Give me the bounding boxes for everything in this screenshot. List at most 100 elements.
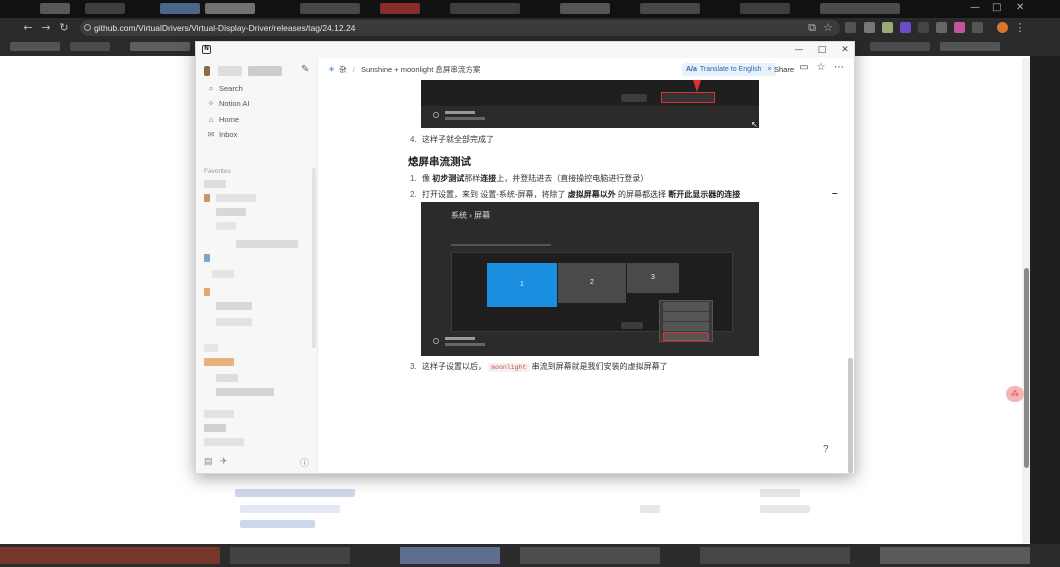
sidebar-page[interactable] xyxy=(204,180,226,188)
bookmark-star-icon[interactable]: ☆ xyxy=(822,22,834,34)
help-circle-icon[interactable]: ⓘ xyxy=(300,456,309,469)
sidebar-page[interactable] xyxy=(216,194,256,202)
address-bar[interactable]: github.com/VirtualDrivers/Virtual-Displa… xyxy=(80,20,840,36)
install-icon[interactable]: ⧉ xyxy=(806,22,818,34)
bold-text: 连接 xyxy=(480,174,497,183)
breadcrumb[interactable]: ☀ 杂 / Sunshine + moonlight 息屏串流方案 xyxy=(328,64,480,75)
close-icon[interactable]: ✕ xyxy=(1016,2,1024,13)
background-text xyxy=(640,505,660,513)
list-number: 2. xyxy=(410,190,417,199)
sidebar-page[interactable] xyxy=(216,374,238,382)
translate-icon: A/a xyxy=(686,66,697,73)
minimize-icon[interactable]: — xyxy=(970,2,980,13)
page-scrollbar-thumb[interactable] xyxy=(1024,268,1029,468)
sidebar-page[interactable] xyxy=(204,344,218,352)
bold-text: 初步测试 xyxy=(432,174,465,183)
section-heading: 熄屏串流测试 xyxy=(408,156,471,168)
sunshine-icon: ☀ xyxy=(328,65,336,74)
page-scrollbar-thumb[interactable] xyxy=(848,358,853,473)
list-number: 1. xyxy=(410,174,417,183)
sidebar-page[interactable] xyxy=(216,302,252,310)
list-text: 串流到屏幕就是我们安装的虚拟屏幕了 xyxy=(531,362,668,371)
sidebar-page[interactable] xyxy=(216,208,246,216)
more-options-icon[interactable]: ⋯ xyxy=(833,62,845,73)
browser-tab-strip[interactable]: — □ ✕ xyxy=(0,0,1060,18)
sidebar-item-label: Home xyxy=(219,115,240,124)
screenshot-title: 系统 › 屏幕 xyxy=(451,211,491,220)
trash-icon[interactable]: ▤ xyxy=(204,456,213,467)
home-icon: ⌂ xyxy=(208,115,214,124)
sidebar-page[interactable] xyxy=(204,358,234,366)
background-text xyxy=(240,520,315,528)
sidebar-page[interactable] xyxy=(216,388,274,396)
extension-icon[interactable] xyxy=(882,22,893,33)
sidebar-page[interactable] xyxy=(216,222,236,230)
breadcrumb-workspace[interactable]: 杂 xyxy=(339,65,347,74)
help-button[interactable]: ? xyxy=(823,444,829,455)
sidebar-page[interactable] xyxy=(204,438,244,446)
translate-button[interactable]: A/a Translate to English × xyxy=(682,63,776,76)
comment-icon[interactable]: ▭ xyxy=(798,62,810,73)
sidebar-page[interactable] xyxy=(204,288,210,296)
sidebar-item-search[interactable]: ⌕ Search xyxy=(204,82,312,96)
new-page-icon[interactable]: ✎ xyxy=(301,64,309,75)
minimize-icon[interactable]: — xyxy=(792,43,806,57)
extension-icon[interactable] xyxy=(900,22,911,33)
list-item-2: 2. 打开设置，来到 设置-系统-屏幕，将除了 虚拟屏幕以外 的屏幕都选择 断开此… xyxy=(410,189,740,200)
sidebar-page[interactable] xyxy=(236,240,298,248)
extension-icon[interactable] xyxy=(845,22,856,33)
extensions-puzzle-icon[interactable] xyxy=(972,22,983,33)
translate-label: Translate to English xyxy=(699,66,762,73)
sidebar-page[interactable] xyxy=(204,410,234,418)
sparkle-icon: ✧ xyxy=(207,99,215,108)
forward-icon[interactable]: → xyxy=(40,22,52,34)
sidebar-page[interactable] xyxy=(212,270,234,278)
close-icon[interactable]: ✕ xyxy=(838,43,852,57)
notion-page: ☀ 杂 / Sunshine + moonlight 息屏串流方案 A/a Tran… xyxy=(318,58,854,473)
list-text: 这样子设置以后， xyxy=(422,362,486,371)
favorite-star-icon[interactable]: ☆ xyxy=(815,62,827,73)
sidebar-item-notion-ai[interactable]: ✧ Notion AI xyxy=(204,97,312,111)
notion-logo-icon: N xyxy=(202,45,211,54)
background-text xyxy=(760,505,810,513)
sidebar-page[interactable] xyxy=(216,318,252,326)
extension-icon[interactable] xyxy=(864,22,875,33)
sidebar-item-home[interactable]: ⌂ Home xyxy=(204,113,312,127)
bold-text: 断开此显示器的连接 xyxy=(668,190,741,199)
extension-icon[interactable] xyxy=(936,22,947,33)
list-text: 的屏幕都选择 xyxy=(618,190,667,199)
sidebar-item-inbox[interactable]: ✉ Inbox xyxy=(204,128,312,142)
reload-icon[interactable]: ↻ xyxy=(58,22,70,34)
extension-icon[interactable] xyxy=(918,22,929,33)
site-info-icon[interactable] xyxy=(84,24,91,31)
breadcrumb-page-title[interactable]: Sunshine + moonlight 息屏串流方案 xyxy=(361,65,480,74)
sidebar-page[interactable] xyxy=(204,194,210,202)
sidebar-scrollbar[interactable] xyxy=(312,168,316,348)
back-icon[interactable]: ← xyxy=(22,22,34,34)
background-text xyxy=(760,489,800,497)
notion-titlebar[interactable]: N — □ ✕ xyxy=(196,42,854,58)
list-text: 上，并登陆进去（直接操控电脑进行登录） xyxy=(496,174,649,183)
maximize-icon[interactable]: □ xyxy=(815,43,829,57)
more-menu-icon[interactable]: ⋮ xyxy=(1014,22,1026,34)
profile-avatar[interactable] xyxy=(997,22,1008,33)
list-item-step-4: 4. 这样子就全部完成了 xyxy=(410,134,494,145)
workspace-switcher[interactable] xyxy=(204,66,294,76)
share-button[interactable]: Share xyxy=(774,65,794,74)
bold-text: 虚拟屏幕以外 xyxy=(567,190,616,199)
floating-widget-icon[interactable]: ⁂ xyxy=(1006,386,1024,402)
browser-toolbar: ← → ↻ github.com/VirtualDrivers/Virtual-… xyxy=(0,18,1060,38)
favorites-section-label: Favorites xyxy=(204,168,231,175)
background-text xyxy=(240,505,340,513)
context-menu xyxy=(659,300,713,342)
taskbar[interactable] xyxy=(0,544,1060,567)
collapse-toggle-icon[interactable]: – xyxy=(832,188,838,199)
maximize-icon[interactable]: □ xyxy=(992,2,1001,13)
extension-icon[interactable] xyxy=(954,22,965,33)
close-translate-icon[interactable]: × xyxy=(767,66,771,73)
desktop: — □ ✕ ← → ↻ github.com/VirtualDrivers/Vi… xyxy=(0,0,1060,567)
sidebar-page[interactable] xyxy=(204,424,226,432)
send-icon[interactable]: ✈ xyxy=(220,456,228,467)
list-number: 3. xyxy=(410,362,417,371)
sidebar-page[interactable] xyxy=(204,254,210,262)
